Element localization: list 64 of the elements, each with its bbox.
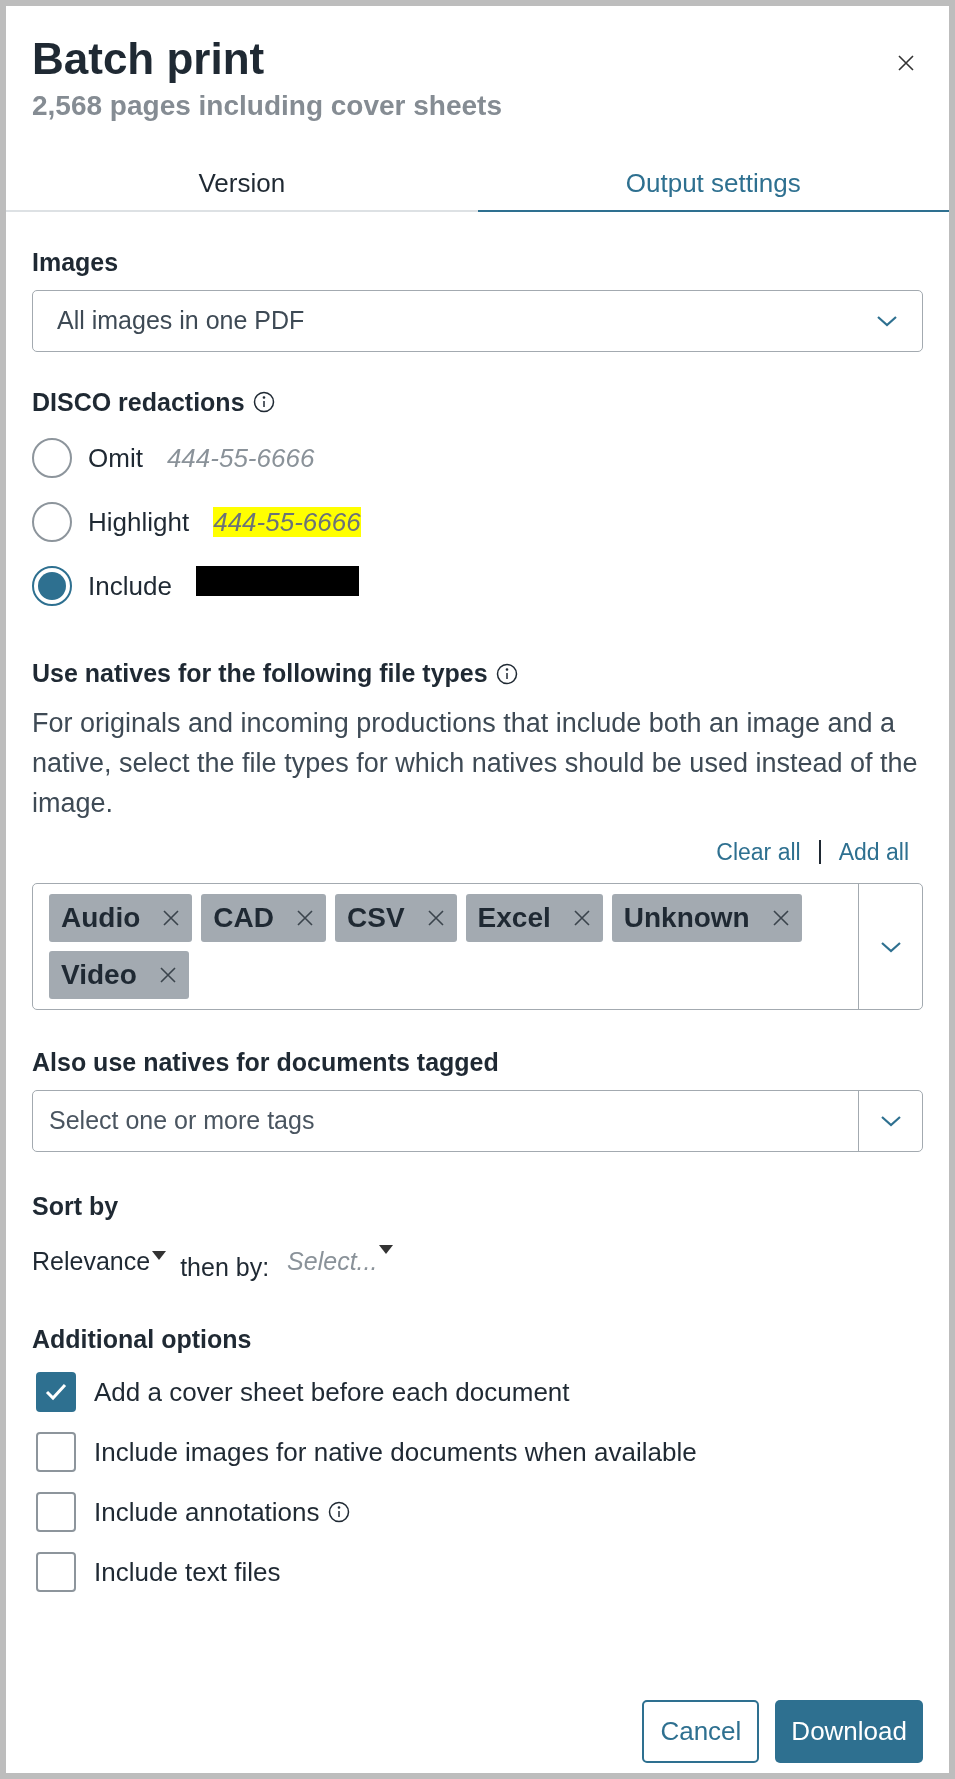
radio-option[interactable]: Omit [32,438,143,478]
sample-number: 444-55-6666 [166,442,315,473]
checkbox-label: Include text files [94,1555,281,1589]
file-type-tag: Audio [49,894,193,942]
description-text: For originals and incoming productions that include both an image and a native, select the file types for which natives should be used instead of the image. [32,706,919,820]
cancel-button[interactable]: Cancel [642,1700,760,1763]
checkbox[interactable] [36,1552,76,1592]
caret-icon [379,1245,394,1254]
file-type-tag: CSV [335,894,457,942]
close-icon [897,54,915,72]
info-icon [327,1501,350,1523]
clear-all-link[interactable]: Clear all [716,834,801,869]
remove-icon [771,909,790,927]
info-icon [252,391,275,414]
section-label: DISCO redactions [32,386,245,418]
remove-icon [162,909,181,927]
section-label: Additional options [32,1323,253,1355]
chevron-down-icon [876,313,898,328]
caret-icon [152,1251,167,1260]
checkmark-icon [44,1382,68,1402]
file-type-tag: Unknown [611,894,802,942]
file-type-tag: CAD [201,894,326,942]
sort-dropdown[interactable]: Relevance [32,1243,167,1281]
add-all-link[interactable]: Add all [838,834,909,869]
radio-button[interactable] [32,502,72,542]
section-label: Images [32,247,120,278]
dialog-subtitle: 2,568 pages including cover sheets [32,89,502,123]
radio-button[interactable] [32,438,72,478]
tab[interactable]: Output settings [477,156,949,212]
section-label: Use natives for the following file types [32,658,488,689]
info-icon [495,662,518,685]
checkbox-label: Add a cover sheet before each document [94,1375,570,1409]
remove-tag-button[interactable] [771,909,790,927]
chevron-down-icon [879,939,902,954]
remove-icon [426,909,445,927]
images-select[interactable]: All images in one PDF [32,289,923,352]
remove-tag-button[interactable] [296,909,314,927]
download-button[interactable]: Download [775,1700,923,1763]
file-type-tag: Excel [465,894,603,942]
tab[interactable]: Version [6,156,478,212]
section-label: Sort by [32,1190,120,1222]
remove-icon [296,909,314,927]
radio-option[interactable]: Highlight [32,502,190,542]
remove-tag-button[interactable] [162,909,181,927]
remove-tag-button[interactable] [572,909,591,927]
section-label: Also use natives for documents tagged [32,1047,500,1078]
checkbox[interactable] [36,1372,76,1412]
file-types-multiselect[interactable]: Audio CAD CSV Excel Unknown Video [32,883,923,1010]
then-by-label: then by: [180,1252,270,1283]
remove-tag-button[interactable] [426,909,445,927]
dialog-title: Batch print [32,33,266,85]
checkbox[interactable] [36,1492,76,1532]
chevron-down-icon [879,1113,902,1128]
remove-icon [572,909,591,927]
radio-option[interactable]: Include [32,566,172,606]
highlighted-sample-number: 444-55-6666 [213,506,361,537]
checkbox-label: Include annotations [94,1495,320,1529]
checkbox[interactable] [36,1432,76,1472]
radio-button[interactable] [32,566,72,606]
remove-tag-button[interactable] [158,966,177,984]
file-type-tag: Video [49,951,189,999]
then-by-dropdown[interactable]: Select... [287,1243,394,1281]
remove-icon [158,966,177,984]
checkbox-label: Include images for native documents when available [94,1435,697,1469]
